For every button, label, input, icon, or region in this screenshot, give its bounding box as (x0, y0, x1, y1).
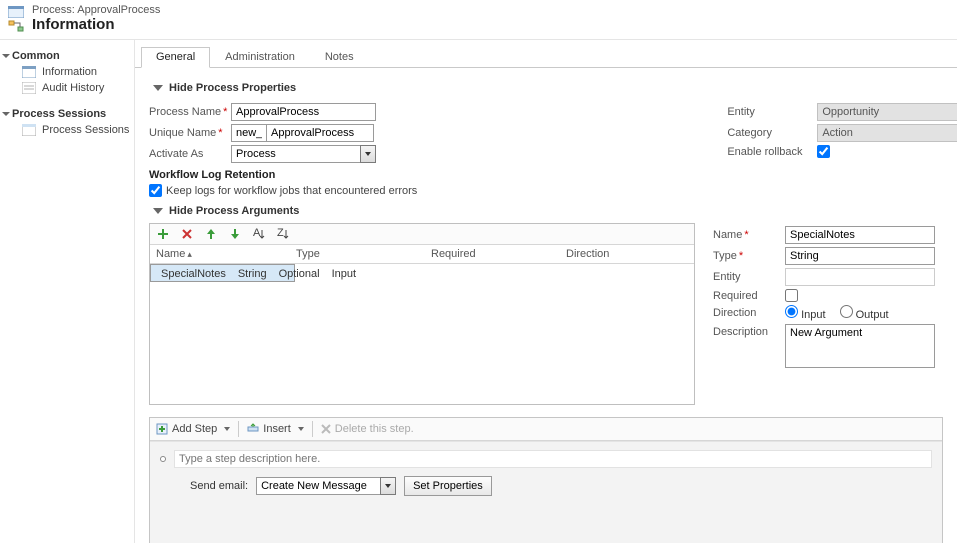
steps-toolbar: Add Step Insert Delete this step. (150, 418, 942, 441)
arg-description-label: Description (713, 324, 785, 338)
arg-entity-label: Entity (713, 271, 785, 283)
move-up-button[interactable] (204, 227, 218, 241)
activate-as-label: Activate As (149, 148, 231, 160)
arguments-grid: A Z Name Type Required Direction Special… (149, 223, 695, 405)
direction-output-radio[interactable]: Output (840, 305, 889, 321)
steps-panel: Add Step Insert Delete this step. (149, 417, 943, 543)
delete-icon (321, 424, 331, 434)
svg-text:A: A (253, 228, 261, 239)
entity-label: Entity (727, 106, 817, 118)
insert-step-button[interactable]: Insert (247, 423, 304, 435)
sidebar: Common Information Audit History Process… (0, 40, 135, 543)
sidebar-item-information[interactable]: Information (4, 64, 134, 80)
workflow-log-retention-heading: Workflow Log Retention (149, 169, 417, 181)
add-step-button[interactable]: Add Step (156, 423, 230, 435)
flow-icon (8, 20, 24, 32)
enable-rollback-checkbox[interactable] (817, 145, 830, 158)
list-icon (22, 82, 36, 94)
arg-description-textarea[interactable]: New Argument (785, 324, 935, 368)
collapse-icon (153, 208, 163, 214)
unique-name-prefix-input[interactable] (231, 124, 267, 142)
insert-icon (247, 423, 259, 435)
category-value: Action (817, 124, 957, 142)
grid-row[interactable]: SpecialNotes String Optional Input (150, 264, 295, 282)
step-bullet-icon (160, 456, 166, 462)
sort-asc-button[interactable]: A (252, 227, 266, 241)
svg-text:Z: Z (277, 228, 284, 239)
arg-type-select[interactable]: String (785, 247, 935, 265)
chevron-down-icon (2, 112, 10, 116)
tab-general[interactable]: General (141, 47, 210, 68)
col-required[interactable]: Required (425, 245, 560, 263)
arguments-toolbar: A Z (150, 224, 694, 245)
activate-as-select[interactable]: Process (231, 145, 376, 163)
process-icon (8, 6, 24, 18)
window-header: Process: ApprovalProcess Information (0, 0, 957, 40)
grid-icon (22, 124, 36, 136)
arg-required-label: Required (713, 290, 785, 302)
sidebar-item-process-sessions[interactable]: Process Sessions (4, 122, 134, 138)
add-argument-button[interactable] (156, 227, 170, 241)
collapse-icon (153, 85, 163, 91)
chevron-down-icon (2, 54, 10, 58)
hide-process-properties-toggle[interactable]: Hide Process Properties (153, 82, 943, 94)
tab-notes[interactable]: Notes (310, 47, 369, 68)
step-description-input[interactable] (174, 450, 932, 468)
grid-header: Name Type Required Direction (150, 245, 694, 264)
set-properties-button[interactable]: Set Properties (404, 476, 492, 496)
col-type[interactable]: Type (290, 245, 425, 263)
tab-administration[interactable]: Administration (210, 47, 310, 68)
sidebar-section-common[interactable]: Common (4, 48, 134, 64)
page-title: Information (32, 16, 160, 33)
category-label: Category (727, 127, 817, 139)
sort-desc-button[interactable]: Z (276, 227, 290, 241)
delete-step-button: Delete this step. (321, 423, 414, 435)
direction-input-radio[interactable]: Input (785, 305, 826, 321)
process-name-input[interactable] (231, 103, 376, 121)
argument-properties-panel: Name* Type* String Entity (713, 223, 943, 405)
arg-required-checkbox[interactable] (785, 289, 798, 302)
entity-value: Opportunity (817, 103, 957, 121)
process-name-label: Process Name* (149, 106, 231, 118)
col-direction[interactable]: Direction (560, 245, 694, 263)
tabs: General Administration Notes (135, 46, 957, 68)
hide-process-arguments-toggle[interactable]: Hide Process Arguments (153, 205, 943, 217)
arg-name-input[interactable] (785, 226, 935, 244)
send-email-select[interactable]: Create New Message (256, 477, 396, 495)
arg-direction-label: Direction (713, 307, 785, 319)
keep-logs-label: Keep logs for workflow jobs that encount… (166, 185, 417, 197)
process-label: Process: ApprovalProcess (32, 4, 160, 16)
keep-logs-checkbox[interactable] (149, 184, 162, 197)
delete-argument-button[interactable] (180, 227, 194, 241)
move-down-button[interactable] (228, 227, 242, 241)
col-name[interactable]: Name (150, 245, 290, 263)
unique-name-input[interactable] (267, 124, 374, 142)
arg-name-label: Name* (713, 229, 785, 241)
add-step-icon (156, 423, 168, 435)
arg-entity-input (785, 268, 935, 286)
arg-type-label: Type* (713, 250, 785, 262)
form-icon (22, 66, 36, 78)
sidebar-item-audit-history[interactable]: Audit History (4, 80, 134, 96)
enable-rollback-label: Enable rollback (727, 146, 817, 158)
send-email-label: Send email: (190, 480, 248, 492)
unique-name-label: Unique Name* (149, 127, 231, 139)
sidebar-section-process-sessions[interactable]: Process Sessions (4, 106, 134, 122)
